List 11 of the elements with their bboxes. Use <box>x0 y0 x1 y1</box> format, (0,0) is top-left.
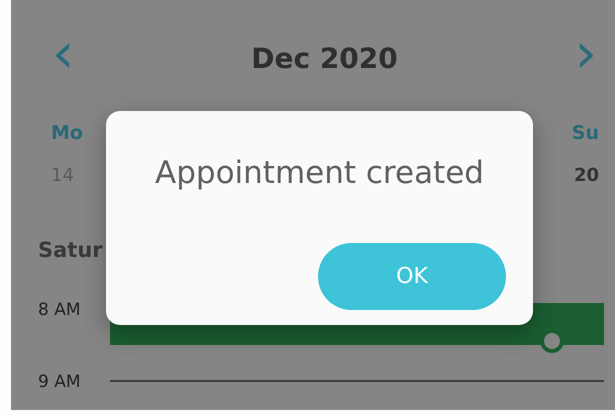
weekday-label: Mo <box>51 122 83 144</box>
ok-button[interactable]: OK <box>318 243 506 310</box>
month-title: Dec 2020 <box>251 42 398 74</box>
dialog-message: Appointment created <box>154 155 485 191</box>
day-number[interactable]: 20 <box>574 164 599 186</box>
day-heading: Satur <box>37 238 103 264</box>
time-label: 9 AM <box>38 372 82 392</box>
time-label: 8 AM <box>38 300 82 320</box>
weekday-label: Su <box>572 122 599 144</box>
next-month-button[interactable]: › <box>574 26 597 90</box>
previous-month-button[interactable]: ‹ <box>52 26 74 90</box>
